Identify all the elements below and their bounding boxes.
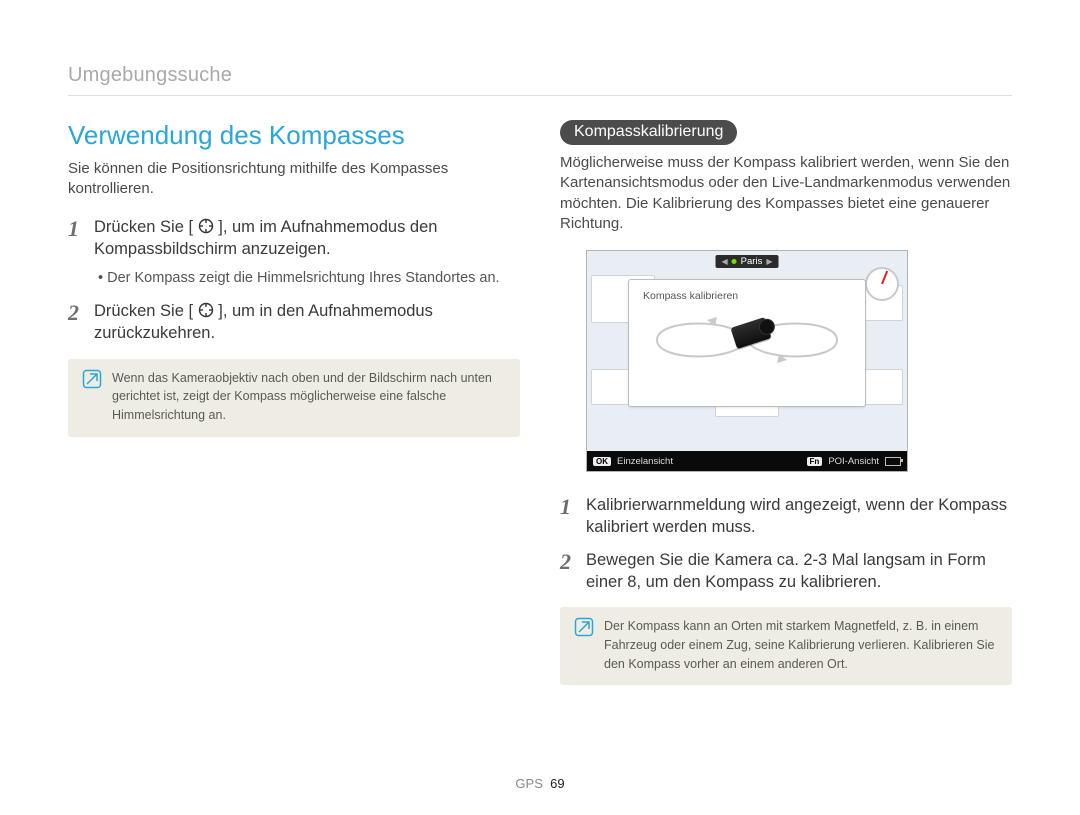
step-2: 2 Drücken Sie [ ], um in den Aufnahmemod…: [68, 300, 520, 345]
footer-section: GPS: [515, 776, 542, 791]
fn-key-badge: Fn: [807, 457, 823, 466]
compass-dial-icon: [865, 267, 899, 301]
step-number: 1: [560, 496, 576, 539]
breadcrumb: Umgebungssuche: [68, 64, 1012, 87]
section-heading: Verwendung des Kompasses: [68, 120, 520, 151]
subsection-intro: Möglicherweise muss der Kompass kalibrie…: [560, 153, 1012, 234]
step-1: 1 Drücken Sie [ ], um im Aufnahmemodus d…: [68, 216, 520, 261]
note-text: Wenn das Kameraobjektiv nach oben und de…: [112, 369, 506, 425]
note-text: Der Kompass kann an Orten mit starkem Ma…: [604, 617, 998, 673]
divider: [68, 95, 1012, 96]
step-2: 2 Bewegen Sie die Kamera ca. 2-3 Mal lan…: [560, 549, 1012, 594]
calibration-dialog: Kompass kalibrieren: [628, 279, 866, 407]
fn-label: POI-Ansicht: [828, 456, 879, 467]
chevron-left-icon: ◀: [722, 257, 728, 266]
step-text-a: Drücken Sie [: [94, 302, 193, 320]
chevron-right-icon: ▶: [766, 257, 772, 266]
step-text-a: Drücken Sie [: [94, 218, 193, 236]
note-box: Der Kompass kann an Orten mit starkem Ma…: [560, 607, 1012, 685]
step-1: 1 Kalibrierwarnmeldung wird angezeigt, w…: [560, 494, 1012, 539]
ok-label: Einzelansicht: [617, 456, 673, 467]
step-number: 2: [560, 551, 576, 594]
crosshair-icon: [198, 218, 214, 234]
step-number: 2: [68, 302, 84, 345]
note-icon: [574, 617, 594, 637]
ok-key-badge: OK: [593, 457, 611, 466]
dialog-title: Kompass kalibrieren: [637, 290, 857, 302]
step-text: Bewegen Sie die Kamera ca. 2-3 Mal langs…: [586, 549, 1012, 594]
left-column: Verwendung des Kompasses Sie können die …: [68, 120, 520, 685]
note-box: Wenn das Kameraobjektiv nach oben und de…: [68, 359, 520, 437]
page-footer: GPS 69: [0, 776, 1080, 791]
step-number: 1: [68, 218, 84, 261]
crosshair-icon: [198, 302, 214, 318]
battery-icon: [885, 457, 901, 466]
location-dot-icon: [732, 259, 737, 264]
section-intro: Sie können die Positionsrichtung mithilf…: [68, 159, 520, 200]
figure-eight-icon: [647, 312, 847, 368]
city-indicator: ◀ Paris ▶: [716, 255, 779, 268]
right-column: Kompasskalibrierung Möglicherweise muss …: [560, 120, 1012, 685]
note-icon: [82, 369, 102, 389]
subsection-pill: Kompasskalibrierung: [560, 120, 737, 145]
footer-page-number: 69: [550, 776, 564, 791]
step-text: Kalibrierwarnmeldung wird angezeigt, wen…: [586, 494, 1012, 539]
city-label: Paris: [741, 256, 763, 267]
step-1-sub: Der Kompass zeigt die Himmelsrichtung Ih…: [98, 270, 520, 286]
camera-footer-bar: OK Einzelansicht Fn POI-Ansicht: [587, 451, 907, 471]
camera-screen-figure: ◀ Paris ▶ Kompass kalibrieren: [586, 250, 908, 472]
